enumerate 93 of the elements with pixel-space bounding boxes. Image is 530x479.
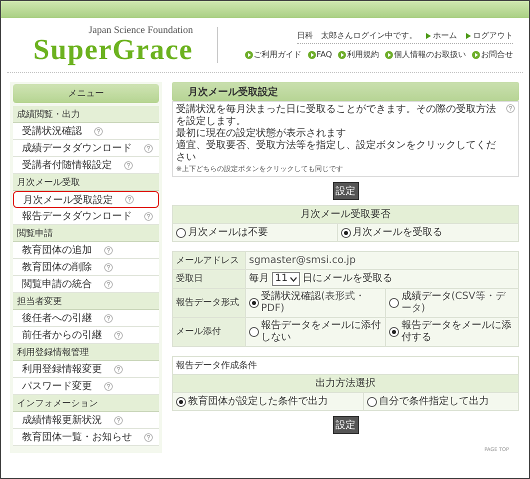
nav-link[interactable]: ご利用ガイド <box>254 49 302 60</box>
arrow-circle-icon <box>472 50 480 58</box>
login-status: 日科 太郎さんログイン中です。 <box>297 30 417 41</box>
nav-link[interactable]: FAQ <box>316 50 332 59</box>
help-icon[interactable] <box>114 330 123 340</box>
menu-item-label: 教育団体一覧・お知らせ <box>22 430 132 444</box>
help-icon[interactable] <box>104 280 113 288</box>
menu-title: メニュー <box>13 84 159 103</box>
help-icon[interactable] <box>125 195 134 204</box>
arrow-circle-icon <box>244 50 252 58</box>
help-icon[interactable] <box>144 212 153 220</box>
nav-link[interactable]: 個人情報のお取扱い <box>394 49 466 60</box>
menu-item[interactable]: 教育団体一覧・お知らせ <box>13 429 159 446</box>
radio-button[interactable] <box>389 327 400 337</box>
field-text: 毎月 <box>249 273 269 284</box>
help-icon[interactable] <box>506 104 515 113</box>
radio-button[interactable] <box>249 327 259 337</box>
page-title: 月次メール受取設定 <box>172 82 519 101</box>
description-text: 適宜、受取要否、受取方法等を指定し、設定ボタンをクリックしてください <box>176 140 497 164</box>
menu-item[interactable]: 成績情報更新状況 <box>13 412 159 429</box>
menu-section: 担当者変更 <box>13 293 159 310</box>
nav-link[interactable]: 利用規約 <box>347 49 379 60</box>
header-link[interactable]: ホーム <box>433 30 457 41</box>
header-link[interactable]: ログアウト <box>473 30 513 41</box>
help-icon[interactable] <box>104 314 113 322</box>
menu-item-label: 報告データダウンロード <box>22 210 132 223</box>
set-button[interactable]: 設定 <box>332 416 358 434</box>
radio-button[interactable] <box>340 228 351 238</box>
menu-item[interactable]: 前任者からの引継 <box>13 327 159 344</box>
table-header: 月次メール受取要否 <box>172 206 518 224</box>
menu-item[interactable]: 後任者への引継 <box>13 310 159 327</box>
triangle-icon <box>465 32 471 38</box>
help-icon[interactable] <box>94 126 103 136</box>
menu-section: インフォメーション <box>13 395 159 412</box>
organization-name: Japan Science Foundation <box>88 25 193 36</box>
description-text: 最初に現在の設定状態が表示されます <box>176 128 347 140</box>
menu-item[interactable]: 受講者付随情報設定 <box>13 157 159 174</box>
menu-item[interactable]: 閲覧申請の統合 <box>13 276 159 293</box>
radio-button[interactable] <box>249 298 259 308</box>
menu-item-label: 成績データダウンロード <box>22 142 132 155</box>
chevron-down-icon <box>290 276 297 282</box>
menu-item-label: 前任者からの引継 <box>22 328 102 342</box>
menu-item[interactable]: パスワード変更 <box>13 378 159 395</box>
radio-button[interactable] <box>367 396 378 406</box>
menu-item-label: 利用登録情報変更 <box>22 362 102 376</box>
menu-item-label: 月次メール受取設定 <box>23 194 113 206</box>
menu-item-label: 教育団体の削除 <box>22 260 92 274</box>
help-icon[interactable] <box>104 246 113 254</box>
menu-item-label: 後任者への引継 <box>22 312 92 325</box>
menu-item-label: パスワード変更 <box>22 380 92 393</box>
day-select[interactable]: 11 <box>272 272 300 286</box>
field-label: 報告データ形式 <box>172 288 246 318</box>
arrow-circle-icon <box>308 50 316 58</box>
menu-item[interactable]: 月次メール受取設定 <box>13 191 159 208</box>
menu-section: 成績閲覧・出力 <box>13 106 159 123</box>
menu-item[interactable]: 教育団体の削除 <box>13 259 159 276</box>
field-text: 日にメールを受取る <box>302 273 393 284</box>
help-icon[interactable] <box>114 364 123 374</box>
set-button[interactable]: 設定 <box>332 182 358 200</box>
field-label: メールアドレス <box>172 252 246 270</box>
menu-item-label: 受講状況確認 <box>22 124 82 138</box>
radio-button[interactable] <box>389 298 400 308</box>
help-icon[interactable] <box>144 144 153 152</box>
help-icon[interactable] <box>124 160 133 170</box>
field-label: メール添付 <box>172 318 246 346</box>
menu-section: 月次メール受取 <box>13 174 159 191</box>
menu-item-label: 受講者付随情報設定 <box>22 158 112 172</box>
help-icon[interactable] <box>104 382 113 390</box>
menu-item[interactable]: 報告データダウンロード <box>13 208 159 225</box>
section-title: 報告データ作成条件 <box>172 356 518 374</box>
description-text: 受講状況を毎月決まった日に受取ることができます。その際の受取方法を設定します。 <box>176 104 497 128</box>
radio-button[interactable] <box>176 396 186 406</box>
table-header: 出力方法選択 <box>172 374 518 392</box>
logo: SuperGrace <box>33 36 193 65</box>
menu-item[interactable]: 成績データダウンロード <box>13 140 159 157</box>
menu-section: 閲覧申請 <box>13 225 159 242</box>
menu-item-label: 成績情報更新状況 <box>22 414 102 427</box>
menu-item-label: 教育団体の追加 <box>22 244 92 257</box>
menu-item[interactable]: 受講状況確認 <box>13 123 159 140</box>
help-icon[interactable] <box>114 416 123 424</box>
menu-item-label: 閲覧申請の統合 <box>22 278 92 291</box>
arrow-circle-icon <box>385 50 393 58</box>
help-icon[interactable] <box>144 432 153 442</box>
arrow-circle-icon <box>338 50 346 58</box>
menu-item[interactable]: 利用登録情報変更 <box>13 361 159 378</box>
menu-item[interactable]: 教育団体の追加 <box>13 242 159 259</box>
triangle-icon <box>425 32 431 38</box>
field-label: 受取日 <box>172 270 246 288</box>
email-value: sgmaster@smsi.co.jp <box>249 254 356 266</box>
radio-button[interactable] <box>176 228 186 238</box>
nav-link[interactable]: お問合せ <box>481 49 513 60</box>
help-icon[interactable] <box>104 262 113 272</box>
menu-section: 利用登録情報管理 <box>13 344 159 361</box>
